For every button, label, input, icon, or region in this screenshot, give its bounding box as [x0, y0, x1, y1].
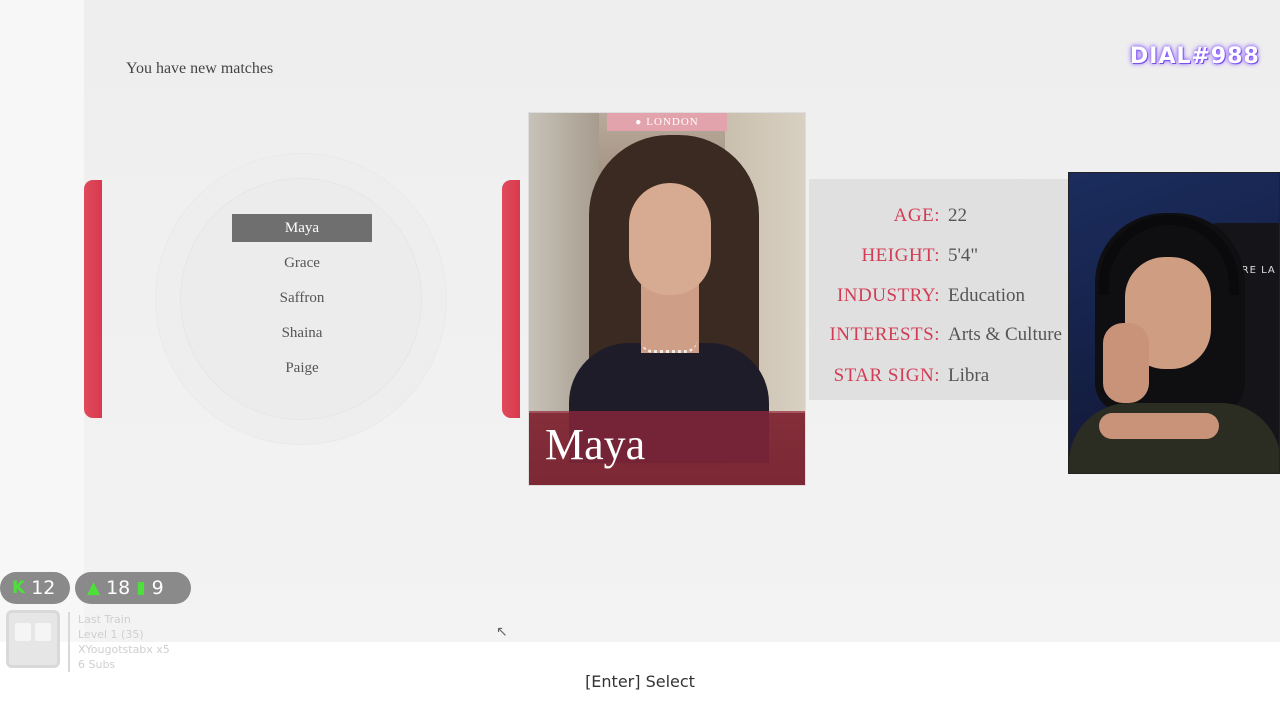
- webcam-arm: [1099, 413, 1219, 439]
- train-line-2: Level 1 (35): [78, 628, 144, 641]
- webcam-hand: [1103, 323, 1149, 403]
- match-list: Maya Grace Saffron Shaina Paige: [232, 214, 372, 389]
- stream-brand-logo: DIAL#988: [1130, 44, 1260, 69]
- interests-value: Arts & Culture: [948, 324, 1062, 345]
- webcam-overlay: SECRE LA: [1068, 172, 1280, 474]
- profile-name: Maya: [545, 420, 646, 469]
- profile-info-values: 22 5'4" Education Arts & Culture Libra: [809, 196, 1068, 396]
- stat-value-kick: 12: [31, 577, 56, 599]
- match-item-shaina[interactable]: Shaina: [232, 319, 372, 347]
- train-icon: [6, 610, 60, 668]
- match-item-saffron[interactable]: Saffron: [232, 284, 372, 312]
- train-window-left: [15, 623, 31, 641]
- profile-card: ● LONDON Maya: [528, 112, 806, 486]
- starsign-value: Libra: [948, 365, 990, 386]
- stat-value-followers: 18: [106, 577, 131, 599]
- stat-pill-kick: K 12: [0, 572, 70, 604]
- location-badge: ● LONDON: [607, 113, 727, 131]
- age-value: 22: [948, 205, 967, 226]
- stat-pill-followers: ▲ 18 ▮ 9: [75, 572, 191, 604]
- kick-icon: K: [12, 578, 26, 598]
- stat-value-viewers: 9: [151, 577, 164, 599]
- hype-train-info: Last Train Level 1 (35) XYougotstabx x5 …: [68, 612, 170, 672]
- accent-bar-left: [84, 180, 102, 418]
- height-value: 5'4": [948, 245, 979, 266]
- photo-necklace: [641, 341, 697, 353]
- train-line-1: Last Train: [78, 613, 131, 626]
- person-icon: ▲: [87, 578, 101, 598]
- accent-bar-middle: [502, 180, 520, 418]
- left-strip: [0, 0, 84, 642]
- train-line-4: 6 Subs: [78, 658, 116, 671]
- photo-face: [629, 183, 711, 295]
- industry-value: Education: [948, 285, 1026, 306]
- bar-chart-icon: ▮: [136, 578, 146, 598]
- train-window-right: [35, 623, 51, 641]
- select-hint: [Enter] Select: [585, 672, 695, 691]
- match-item-maya[interactable]: Maya: [232, 214, 372, 242]
- page-title: You have new matches: [126, 60, 274, 77]
- mouse-cursor-icon: ↖: [496, 624, 508, 640]
- match-item-paige[interactable]: Paige: [232, 354, 372, 382]
- location-pin-icon: ●: [635, 116, 643, 128]
- match-item-grace[interactable]: Grace: [232, 249, 372, 277]
- location-label: LONDON: [646, 116, 699, 128]
- train-line-3: XYougotstabx x5: [78, 643, 170, 656]
